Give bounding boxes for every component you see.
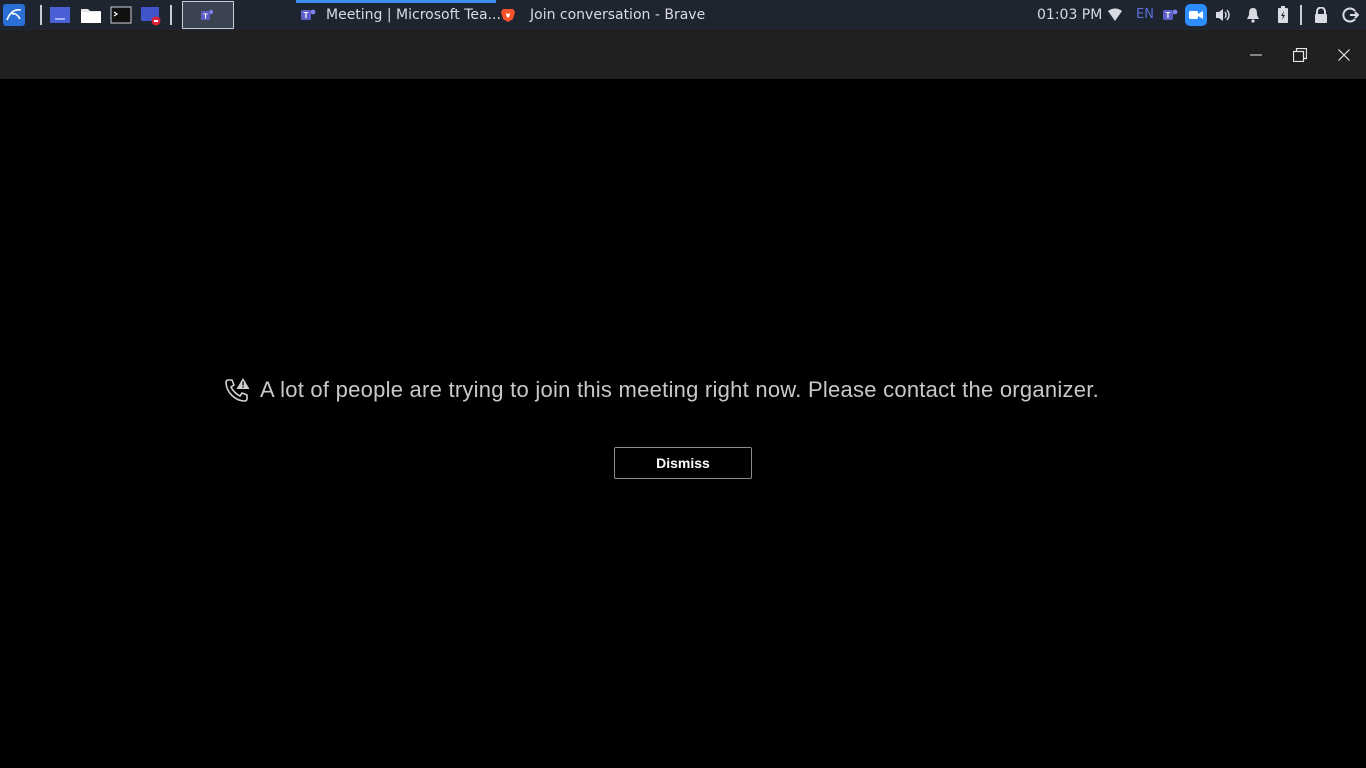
taskbar-separator: [170, 5, 172, 25]
task-join-conversation-brave[interactable]: Join conversation - Brave: [498, 0, 718, 30]
taskbar: T T Meeting | Microsoft Tea... Join conv…: [0, 0, 1366, 30]
taskbar-separator: [40, 5, 42, 25]
taskbar-separator: [1300, 5, 1302, 25]
close-icon: [1338, 48, 1350, 61]
close-button[interactable]: [1322, 30, 1366, 79]
task-meeting-teams[interactable]: T Meeting | Microsoft Tea...: [296, 0, 501, 30]
minimize-button[interactable]: [1234, 30, 1278, 79]
kali-menu-icon[interactable]: [3, 4, 25, 26]
logout-icon[interactable]: [1339, 4, 1361, 26]
screen-recorder-icon[interactable]: [140, 4, 162, 26]
svg-text:T: T: [1166, 11, 1171, 20]
task-label: Join conversation - Brave: [530, 7, 706, 23]
call-warning-icon: [224, 377, 250, 403]
svg-text:T: T: [203, 13, 208, 20]
language-indicator[interactable]: EN: [1136, 0, 1154, 30]
clock[interactable]: 01:03 PM: [1037, 0, 1102, 30]
file-manager-icon[interactable]: [80, 4, 102, 26]
minimize-icon: [1250, 54, 1262, 55]
window-titlebar: [0, 30, 1366, 79]
notification-bell-icon[interactable]: [1242, 4, 1264, 26]
restore-icon: [1293, 47, 1307, 62]
brave-icon: [500, 7, 516, 23]
task-label: Meeting | Microsoft Tea...: [326, 7, 501, 23]
teams-icon: T: [201, 9, 214, 20]
volume-icon[interactable]: [1212, 4, 1234, 26]
notice-message: A lot of people are trying to join this …: [260, 377, 1099, 402]
teams-launcher-button[interactable]: T: [182, 1, 234, 29]
dismiss-button[interactable]: Dismiss: [614, 447, 752, 479]
wifi-icon[interactable]: [1104, 4, 1126, 26]
terminal-icon[interactable]: [110, 4, 132, 26]
desktop-icon[interactable]: [49, 4, 71, 26]
join-error-notice: A lot of people are trying to join this …: [224, 377, 1099, 403]
zoom-icon[interactable]: [1185, 4, 1207, 26]
teams-tray-icon[interactable]: T: [1160, 4, 1182, 26]
restore-button[interactable]: [1278, 30, 1322, 79]
svg-text:T: T: [304, 11, 309, 20]
battery-icon[interactable]: [1272, 4, 1294, 26]
teams-icon: T: [300, 7, 318, 23]
meeting-content: A lot of people are trying to join this …: [0, 79, 1366, 768]
lock-icon[interactable]: [1310, 4, 1332, 26]
